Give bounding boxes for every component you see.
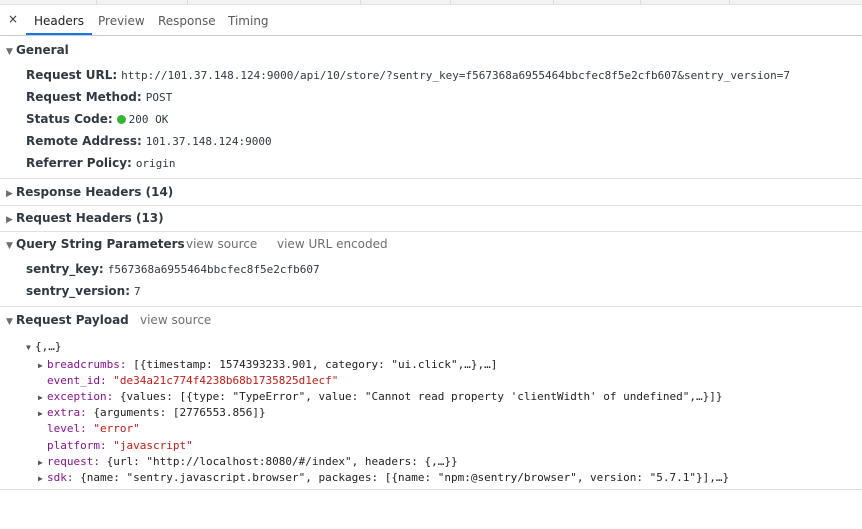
request-method-label: Request Method: (26, 90, 142, 104)
payload-row: event_id: "de34a21c774f4238b68b1735825d1… (38, 374, 338, 387)
expand-triangle-icon: ▶ (38, 409, 43, 418)
payload-row[interactable]: ▶ exception: {values: [{type: "TypeError"… (38, 390, 723, 403)
query-param-key: sentry_key: (26, 262, 104, 276)
payload-value: {arguments: [2776553.856]} (93, 406, 266, 419)
query-param-key: sentry_version: (26, 284, 131, 298)
column-divider (360, 0, 361, 4)
payload-value: [{timestamp: 1574393233.901, category: "… (133, 358, 498, 371)
expand-triangle-icon: ▶ (6, 189, 13, 199)
section-divider (0, 205, 862, 206)
payload-root-value: {,…} (35, 340, 62, 353)
remote-address-label: Remote Address: (26, 134, 142, 148)
request-url-label: Request URL: (26, 68, 118, 82)
tab-timing[interactable]: Timing (228, 5, 269, 34)
remote-address-row: Remote Address: 101.37.148.124:9000 (26, 134, 272, 148)
payload-key: level: (47, 422, 87, 435)
request-method-row: Request Method: POST (26, 90, 172, 104)
section-divider (0, 306, 862, 307)
query-param-row: sentry_version: 7 (26, 284, 141, 298)
column-divider (450, 0, 451, 4)
expand-triangle-icon: ▶ (38, 393, 43, 402)
referrer-policy-label: Referrer Policy: (26, 156, 132, 170)
payload-value: {values: [{type: "TypeError", value: "Ca… (119, 390, 723, 403)
close-icon[interactable]: × (8, 12, 18, 26)
payload-row[interactable]: ▶ breadcrumbs: [{timestamp: 1574393233.90… (38, 358, 497, 371)
query-string-section-header[interactable]: ▼ Query String Parameters (6, 237, 185, 251)
query-param-value: 7 (134, 285, 141, 298)
referrer-policy-value: origin (135, 157, 176, 170)
tab-headers[interactable]: Headers (26, 5, 92, 35)
payload-row[interactable]: ▶ sdk: {name: "sentry.javascript.browser"… (38, 471, 729, 484)
payload-value: "error" (93, 422, 140, 435)
expand-triangle-icon: ▶ (38, 474, 43, 483)
query-view-source-link[interactable]: view source (186, 237, 257, 251)
payload-value: {name: "sentry.javascript.browser", pack… (80, 471, 730, 484)
status-code-row: Status Code: 200 OK (26, 112, 168, 126)
request-url-value: http://101.37.148.124:9000/api/10/store/… (121, 69, 791, 82)
section-divider (0, 489, 862, 490)
request-headers-section-header[interactable]: ▶ Request Headers (13) (6, 211, 164, 225)
payload-view-source-link[interactable]: view source (140, 313, 211, 327)
request-payload-section-header[interactable]: ▼ Request Payload (6, 313, 129, 327)
remote-address-value: 101.37.148.124:9000 (145, 135, 272, 148)
payload-root-node[interactable]: ▼ {,…} (26, 340, 62, 353)
query-param-value: f567368a6955464bbcfec8f5e2cfb607 (107, 263, 320, 276)
query-string-title: Query String Parameters (16, 237, 185, 251)
payload-key: sdk: (47, 471, 74, 484)
payload-row: level: "error" (38, 422, 140, 435)
response-headers-title: Response Headers (14) (16, 185, 174, 199)
payload-row: platform: "javascript" (38, 439, 193, 452)
devtools-tab-bar: × Headers Preview Response Timing (0, 5, 862, 36)
column-divider (729, 0, 730, 4)
referrer-policy-row: Referrer Policy: origin (26, 156, 176, 170)
payload-key: exception: (47, 390, 114, 403)
status-code-label: Status Code: (26, 112, 113, 126)
payload-key: extra: (47, 406, 87, 419)
payload-key: request: (47, 455, 100, 468)
payload-key: breadcrumbs: (47, 358, 127, 371)
request-headers-title: Request Headers (13) (16, 211, 164, 225)
payload-value: {url: "http://localhost:8080/#/index", h… (106, 455, 458, 468)
request-url-row: Request URL: http://101.37.148.124:9000/a… (26, 68, 790, 82)
payload-row[interactable]: ▶ request: {url: "http://localhost:8080/#… (38, 455, 458, 468)
column-divider (96, 0, 97, 4)
column-divider (553, 0, 554, 4)
collapse-triangle-icon: ▼ (6, 241, 13, 251)
collapse-triangle-icon: ▼ (26, 343, 31, 352)
general-title: General (16, 43, 69, 57)
tab-preview[interactable]: Preview (98, 5, 145, 34)
collapse-triangle-icon: ▼ (6, 47, 13, 57)
collapse-triangle-icon: ▼ (6, 317, 13, 327)
status-dot-icon (116, 115, 126, 124)
request-method-value: POST (145, 91, 173, 104)
section-divider (0, 231, 862, 232)
column-divider (640, 0, 641, 4)
payload-row[interactable]: ▶ extra: {arguments: [2776553.856]} (38, 406, 266, 419)
query-view-url-encoded-link[interactable]: view URL encoded (277, 237, 388, 251)
query-param-row: sentry_key: f567368a6955464bbcfec8f5e2cfb… (26, 262, 320, 276)
expand-triangle-icon: ▶ (38, 361, 43, 370)
payload-value: "javascript" (113, 439, 193, 452)
general-section-header[interactable]: ▼ General (6, 43, 69, 57)
response-headers-section-header[interactable]: ▶ Response Headers (14) (6, 185, 173, 199)
column-divider (187, 0, 188, 4)
section-divider (0, 178, 862, 179)
request-payload-title: Request Payload (16, 313, 129, 327)
payload-key: platform: (47, 439, 107, 452)
expand-triangle-icon: ▶ (38, 458, 43, 467)
payload-key: event_id: (47, 374, 107, 387)
payload-value: "de34a21c774f4238b68b1735825d1ecf" (113, 374, 339, 387)
status-code-value: 200 OK (128, 113, 169, 126)
tab-response[interactable]: Response (158, 5, 216, 34)
expand-triangle-icon: ▶ (6, 215, 13, 225)
